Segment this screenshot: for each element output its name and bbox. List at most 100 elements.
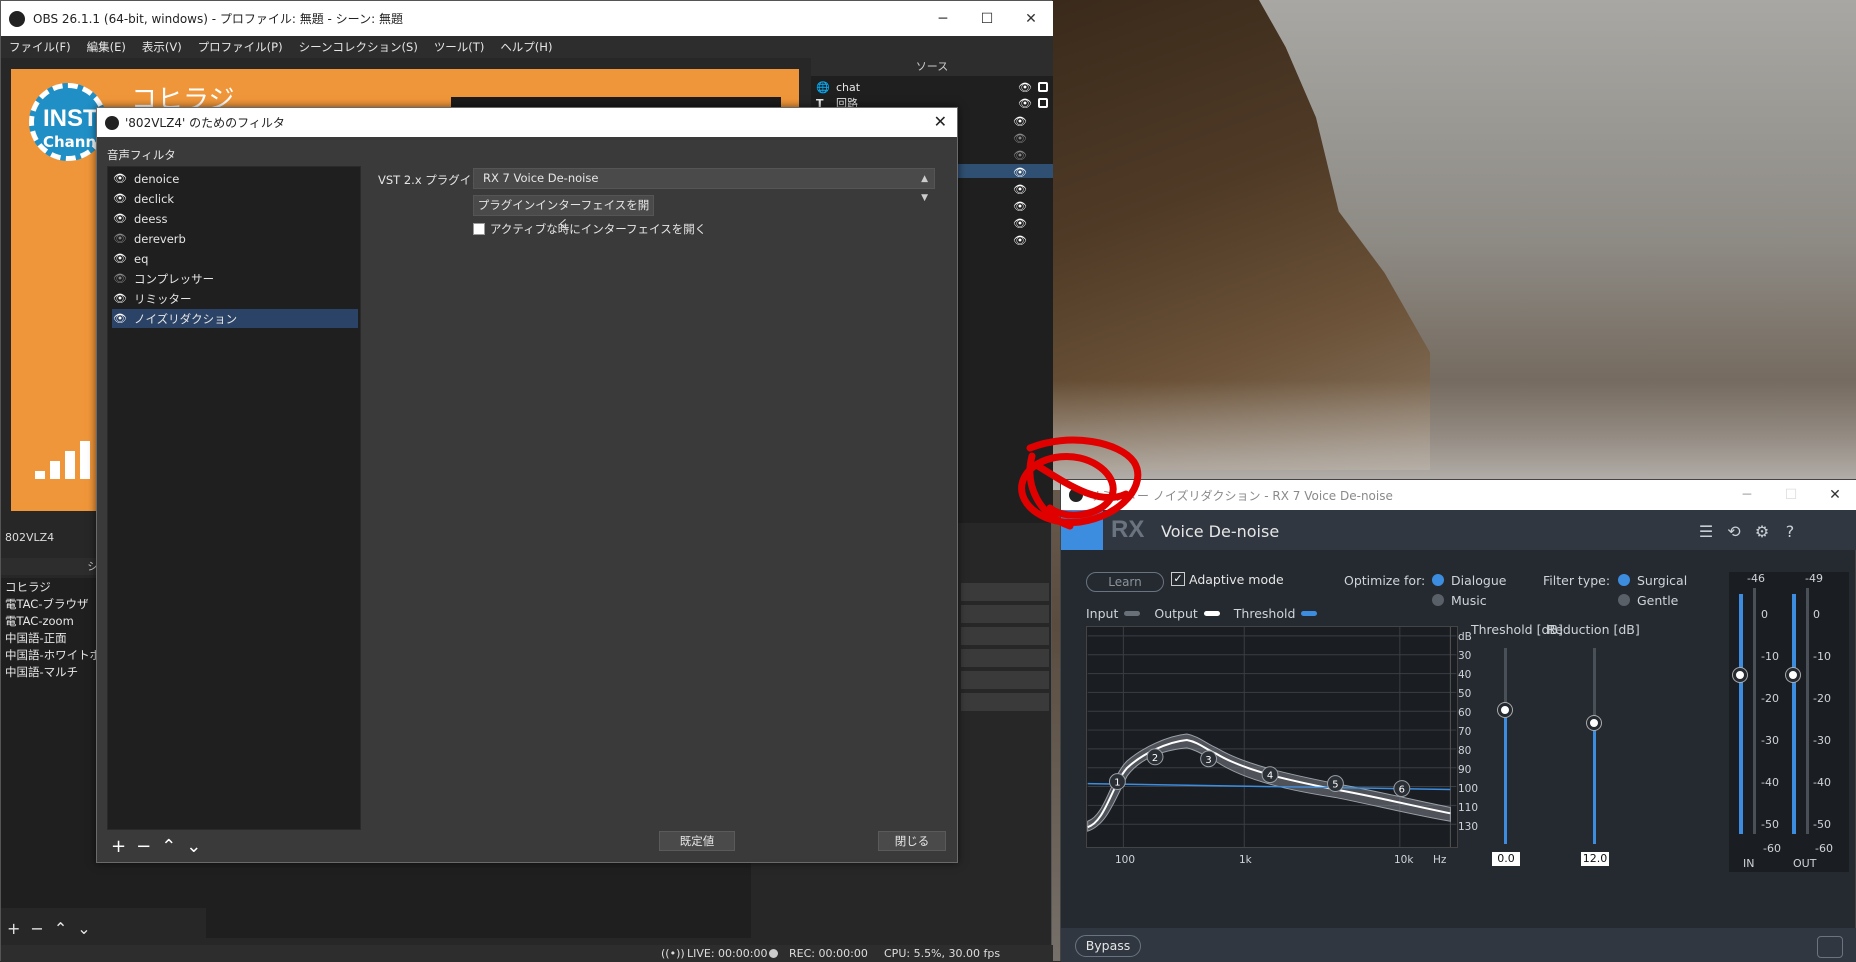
minimize-icon[interactable]: ─ <box>1725 478 1769 513</box>
list-icon[interactable]: ☰ <box>1697 522 1715 541</box>
threshold-slider-track[interactable] <box>1504 648 1507 710</box>
music-radio[interactable] <box>1432 594 1444 606</box>
control-button[interactable] <box>961 627 1049 645</box>
vst-plugin-select[interactable]: RX 7 Voice De-noise ▲ ▼ <box>473 168 935 203</box>
legend-output[interactable]: Output <box>1154 606 1197 621</box>
move-down-icon[interactable]: ⌄ <box>186 836 201 857</box>
filter-item[interactable]: 👁 リミッター <box>112 289 358 308</box>
history-icon[interactable]: ⟲ <box>1725 522 1743 541</box>
minimize-icon[interactable]: ─ <box>921 1 965 36</box>
reduction-value[interactable]: 12.0 <box>1581 852 1609 866</box>
open-plugin-interface-button[interactable]: プラグインインターフェイスを開く <box>473 195 654 231</box>
move-up-icon[interactable]: ⌃ <box>161 836 176 857</box>
legend-threshold[interactable]: Threshold <box>1234 606 1296 621</box>
control-button[interactable] <box>961 671 1049 689</box>
move-down-icon[interactable]: ⌄ <box>77 919 90 938</box>
meter-in-track[interactable] <box>1753 588 1756 834</box>
add-icon[interactable]: + <box>111 836 126 857</box>
defaults-button[interactable]: 既定値 <box>659 831 735 851</box>
lock-icon[interactable] <box>1038 82 1048 92</box>
menu-view[interactable]: 表示(V) <box>134 39 190 55</box>
lock-icon[interactable] <box>1038 98 1048 108</box>
eye-icon[interactable]: 👁 <box>112 252 128 265</box>
add-icon[interactable]: + <box>7 919 20 938</box>
filter-item-selected[interactable]: 👁 ノイズリダクション <box>112 309 358 328</box>
filter-item[interactable]: 👁 コンプレッサー <box>112 269 358 288</box>
source-item[interactable]: 🌐 chat 👁 <box>816 79 1052 95</box>
eye-icon[interactable]: 👁 <box>112 292 128 305</box>
eye-icon[interactable]: 👁 <box>112 212 128 225</box>
eye-icon[interactable]: 👁 <box>1018 81 1032 94</box>
filter-item[interactable]: 👁 deess <box>112 209 358 228</box>
graph-legend: Input Output Threshold <box>1086 606 1325 621</box>
menu-file[interactable]: ファイル(F) <box>1 39 79 55</box>
eye-icon[interactable]: 👁 <box>1018 97 1032 110</box>
scene-item[interactable]: 電TAC-zoom <box>5 613 74 630</box>
gear-icon[interactable]: ⚙ <box>1753 522 1771 541</box>
meter-out-peak: -49 <box>1805 572 1823 585</box>
learn-button[interactable]: Learn <box>1086 572 1164 592</box>
scene-item[interactable]: 電TAC-ブラウザ <box>5 596 88 613</box>
control-button[interactable] <box>961 605 1049 623</box>
threshold-slider-fill[interactable] <box>1504 710 1507 844</box>
open-on-active-checkbox[interactable] <box>473 223 485 235</box>
eye-hidden-icon[interactable]: 👁 <box>112 272 128 285</box>
adaptive-mode-checkbox[interactable]: ✓ <box>1171 572 1185 586</box>
eye-icon[interactable]: 👁 <box>1013 113 1047 130</box>
meter-out-track[interactable] <box>1806 588 1809 834</box>
close-icon[interactable]: ✕ <box>934 112 947 131</box>
eye-icon[interactable]: 👁 <box>1013 130 1047 147</box>
maximize-icon[interactable]: ☐ <box>1769 478 1813 513</box>
menu-edit[interactable]: 編集(E) <box>79 39 134 55</box>
remove-icon[interactable]: − <box>30 919 43 938</box>
filter-item[interactable]: 👁 declick <box>112 189 358 208</box>
scene-item[interactable]: 中国語-正面 <box>5 630 67 647</box>
threshold-value[interactable]: 0.0 <box>1492 852 1520 866</box>
eye-icon[interactable]: 👁 <box>112 172 128 185</box>
help-icon[interactable]: ? <box>1781 522 1799 541</box>
close-icon[interactable]: ✕ <box>1813 478 1856 513</box>
noise-profile-graph[interactable]: 1 2 3 4 5 6 <box>1086 626 1458 848</box>
scene-item[interactable]: コヒラジ <box>5 579 51 596</box>
scene-item[interactable]: 中国語-マルチ <box>5 664 78 681</box>
reduction-slider-fill[interactable] <box>1593 722 1596 844</box>
reduction-label: Reduction [dB] <box>1547 622 1640 637</box>
surgical-radio[interactable] <box>1618 574 1630 586</box>
eye-icon[interactable]: 👁 <box>1013 232 1047 249</box>
close-icon[interactable]: ✕ <box>1009 1 1053 36</box>
eye-icon[interactable]: 👁 <box>112 312 128 325</box>
bypass-button[interactable]: Bypass <box>1075 935 1141 957</box>
control-button[interactable] <box>961 583 1049 601</box>
remove-icon[interactable]: − <box>136 836 151 857</box>
legend-input[interactable]: Input <box>1086 606 1118 621</box>
filter-item[interactable]: 👁 denoice <box>112 169 358 188</box>
eye-icon[interactable]: 👁 <box>1013 181 1047 198</box>
live-icon: ((•)) <box>661 947 685 960</box>
eye-icon[interactable]: 👁 <box>1013 147 1047 164</box>
menu-profile[interactable]: プロファイル(P) <box>190 39 291 55</box>
control-button[interactable] <box>961 693 1049 711</box>
close-button[interactable]: 閉じる <box>878 831 946 851</box>
control-button[interactable] <box>961 649 1049 667</box>
menu-scene-collection[interactable]: シーンコレクション(S) <box>291 39 426 55</box>
eye-icon[interactable]: 👁 <box>1013 164 1047 181</box>
meter-in-knob[interactable] <box>1733 668 1747 682</box>
maximize-icon[interactable]: ☐ <box>965 1 1009 36</box>
filter-dialog-title: '802VLZ4' のためのフィルタ <box>125 116 285 130</box>
menu-help[interactable]: ヘルプ(H) <box>492 39 560 55</box>
reduction-slider-track[interactable] <box>1593 648 1596 722</box>
filter-item[interactable]: 👁 eq <box>112 249 358 268</box>
eye-icon[interactable]: 👁 <box>1013 198 1047 215</box>
eye-hidden-icon[interactable]: 👁 <box>112 232 128 245</box>
meter-out-knob[interactable] <box>1786 668 1800 682</box>
move-up-icon[interactable]: ⌃ <box>54 919 67 938</box>
menu-tools[interactable]: ツール(T) <box>426 39 493 55</box>
eye-icon[interactable]: 👁 <box>112 192 128 205</box>
reduction-slider-knob[interactable] <box>1587 716 1601 730</box>
gentle-radio[interactable] <box>1618 594 1630 606</box>
filter-item[interactable]: 👁 dereverb <box>112 229 358 248</box>
dialogue-radio[interactable] <box>1432 574 1444 586</box>
threshold-slider-knob[interactable] <box>1498 703 1512 717</box>
eye-icon[interactable]: 👁 <box>1013 215 1047 232</box>
resize-grip-icon[interactable] <box>1817 936 1843 958</box>
